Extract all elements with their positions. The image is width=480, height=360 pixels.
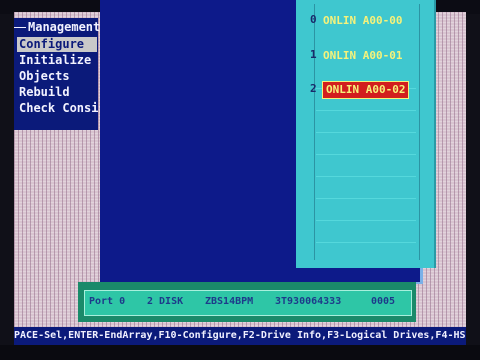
drive-slot-1[interactable]: ONLIN A00-01 [320,48,406,64]
menu-item-initialize[interactable]: Initialize [17,53,93,68]
info-value: 0005 [371,296,396,307]
drive-channel-column: 0 ONLIN A00-00 1 ONLIN A00-01 2 ONLIN A0… [296,0,436,268]
drive-info-bar: Port 0 2 DISK ZBS14BPM 3T930064333 0005 [78,282,416,322]
info-disk: 2 DISK [147,296,184,307]
drive-info-panel: Port 0 2 DISK ZBS14BPM 3T930064333 0005 [84,290,412,316]
info-serial: 3T930064333 [275,296,342,307]
management-menu: Management Configure Initialize Objects … [13,18,106,130]
configuration-window: 0 ONLIN A00-00 1 ONLIN A00-01 2 ONLIN A0… [100,0,436,284]
menu-item-check-consistency[interactable]: Check Consis [17,101,108,116]
key-hint-status-bar: PACE-Sel,ENTER-EndArray,F10-Configure,F2… [14,327,466,345]
drive-slot-2-selected[interactable]: ONLIN A00-02 [322,81,410,99]
menu-item-configure[interactable]: Configure [17,37,97,52]
info-model: ZBS14BPM [205,296,254,307]
info-port: Port 0 [89,296,126,307]
drive-slot-0[interactable]: ONLIN A00-00 [320,13,406,29]
screen-bezel-bottom [0,345,480,360]
drive-number: 0 [310,13,317,26]
drive-number: 1 [310,48,317,61]
drive-number: 2 [310,82,317,95]
menu-item-rebuild[interactable]: Rebuild [17,85,72,100]
menu-item-objects[interactable]: Objects [17,69,72,84]
menu-title: Management [13,20,101,34]
